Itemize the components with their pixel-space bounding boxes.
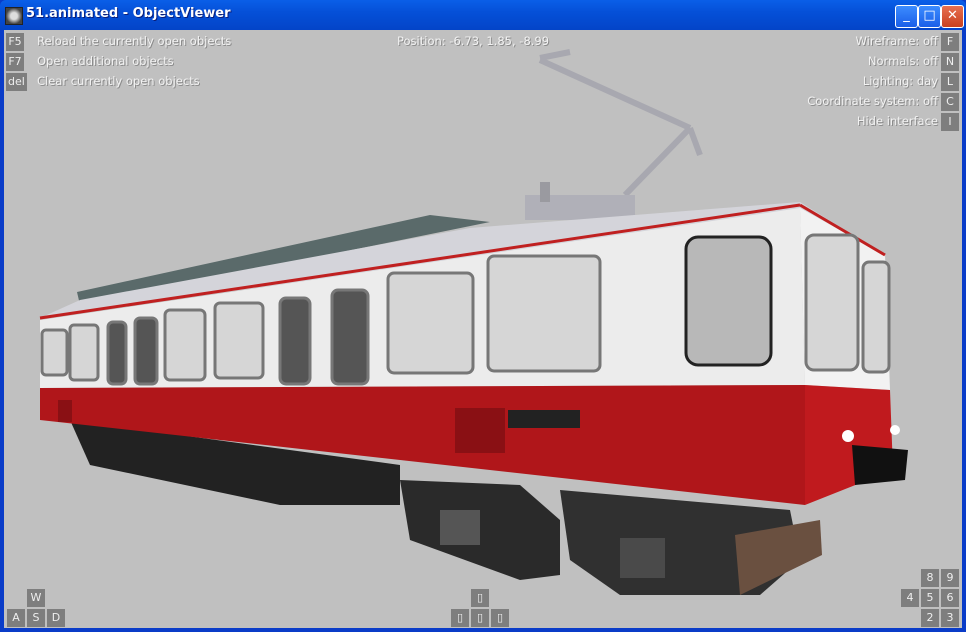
w-key[interactable]: W <box>27 589 45 607</box>
numpad-2-key[interactable]: 2 <box>921 609 939 627</box>
maximize-button[interactable]: □ <box>918 5 941 28</box>
arrow-left-key[interactable]: ▯ <box>451 609 469 627</box>
numpad-6-key[interactable]: 6 <box>941 589 959 607</box>
coordinate-system-label: Coordinate system: off <box>807 94 938 108</box>
lighting-key[interactable]: L <box>941 73 959 91</box>
builder-plate <box>508 410 580 428</box>
maximize-icon: □ <box>923 8 936 23</box>
numpad-9-key[interactable]: 9 <box>941 569 959 587</box>
a-key[interactable]: A <box>7 609 25 627</box>
wireframe-label: Wireframe: off <box>855 34 938 48</box>
reload-key[interactable]: F5 <box>6 33 24 51</box>
pantograph <box>525 49 703 220</box>
close-icon: ✕ <box>947 8 958 23</box>
app-icon <box>5 7 23 25</box>
close-button[interactable]: ✕ <box>941 5 964 28</box>
lighting-label: Lighting: day <box>862 74 938 88</box>
numpad-4-key[interactable]: 4 <box>901 589 919 607</box>
open-additional-key[interactable]: F7 <box>6 53 24 71</box>
arrow-up-key[interactable]: ▯ <box>471 589 489 607</box>
body-front-red <box>805 385 893 505</box>
viewport[interactable]: F5 Reload the currently open objects F7 … <box>4 30 962 628</box>
normals-key[interactable]: N <box>941 53 959 71</box>
d-key[interactable]: D <box>47 609 65 627</box>
s-key[interactable]: S <box>27 609 45 627</box>
numpad-3-key[interactable]: 3 <box>941 609 959 627</box>
reload-label: Reload the currently open objects <box>37 34 232 48</box>
numpad-8-key[interactable]: 8 <box>921 569 939 587</box>
position-readout: Position: -6.73, 1.85, -8.99 <box>397 34 550 48</box>
tram-model <box>39 49 908 595</box>
title-bar[interactable]: 51.animated - ObjectViewer _ □ ✕ <box>0 0 966 30</box>
clear-label: Clear currently open objects <box>37 74 200 88</box>
arrow-down-key[interactable]: ▯ <box>471 609 489 627</box>
clear-key[interactable]: del <box>6 73 27 91</box>
open-additional-label: Open additional objects <box>37 54 174 68</box>
minimize-button[interactable]: _ <box>895 5 918 28</box>
hide-interface-label: Hide interface <box>856 114 938 128</box>
numpad-5-key[interactable]: 5 <box>921 589 939 607</box>
normals-label: Normals: off <box>867 54 938 68</box>
hide-interface-key[interactable]: I <box>941 113 959 131</box>
arrow-right-key[interactable]: ▯ <box>491 609 509 627</box>
window-title: 51.animated - ObjectViewer <box>26 6 231 21</box>
wireframe-key[interactable]: F <box>941 33 959 51</box>
coordinate-system-key[interactable]: C <box>941 93 959 111</box>
minimize-icon: _ <box>903 8 910 23</box>
grille <box>455 408 505 453</box>
bumper <box>852 445 908 485</box>
